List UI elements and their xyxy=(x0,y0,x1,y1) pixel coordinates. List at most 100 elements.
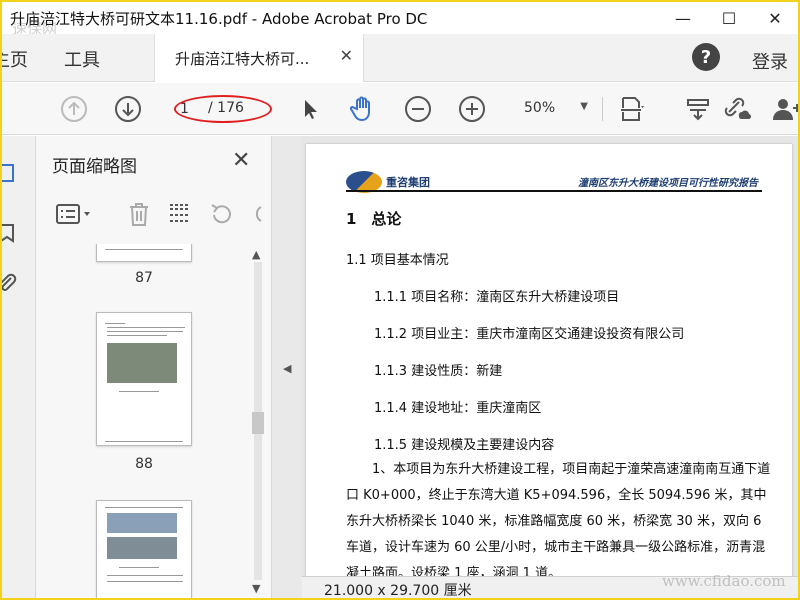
help-icon: ? xyxy=(700,46,712,68)
thumb-text-line xyxy=(105,323,125,324)
toolbar: / 176 50% ▼ xyxy=(2,83,798,135)
close-icon: ✕ xyxy=(768,8,782,28)
zoom-out-button[interactable] xyxy=(402,93,434,125)
bookmarks-icon[interactable] xyxy=(0,222,18,244)
chevron-down-icon: ▼ xyxy=(580,101,588,112)
trash-icon xyxy=(130,203,148,226)
page-display-button[interactable] xyxy=(616,93,648,125)
thumb-text-line xyxy=(107,331,183,332)
thumbnail-page-number: 87 xyxy=(135,270,153,286)
attachment-icon[interactable] xyxy=(0,272,18,294)
body-paragraph: 1、本项目为东升大桥建设工程，项目南起于潼荣高速潼南南互通下道口 K0+000，… xyxy=(346,462,771,581)
next-page-button[interactable] xyxy=(112,93,144,125)
arrow-up-icon xyxy=(61,96,87,122)
thumb-text-line xyxy=(107,327,185,328)
thumbnail-list: 87 88 xyxy=(36,244,248,598)
thumb-image xyxy=(107,513,177,533)
page-dimensions: 21.000 x 29.700 厘米 xyxy=(324,583,472,599)
scroll-thumb[interactable] xyxy=(252,412,264,434)
thumbnail-options-button[interactable] xyxy=(52,200,96,228)
hand-tool-button[interactable] xyxy=(346,93,378,125)
thumbnail-page[interactable] xyxy=(96,500,192,598)
info-item: 1.1.4 建设地址：重庆潼南区 xyxy=(374,401,542,416)
cursor-arrow-icon xyxy=(305,100,317,119)
thumb-text-line xyxy=(105,249,183,250)
login-button[interactable]: 登录 xyxy=(752,48,788,74)
page-navigator: / 176 xyxy=(174,95,272,123)
thumb-image xyxy=(107,343,177,383)
section-heading: 1 总论 xyxy=(346,210,402,228)
thumbnail-page[interactable] xyxy=(96,312,192,446)
previous-page-button[interactable] xyxy=(58,93,90,125)
thumbnail-page-number: 88 xyxy=(135,456,153,472)
zoom-in-button[interactable] xyxy=(456,93,488,125)
pages-panel-icon[interactable] xyxy=(0,162,18,184)
hand-icon xyxy=(349,96,370,122)
insert-page-button[interactable] xyxy=(164,200,194,228)
pdf-page: 重咨集团 潼南区东升大桥建设项目可行性研究报告 1 总论 1.1 项目基本情况 … xyxy=(306,144,792,598)
close-panel-icon[interactable]: ✕ xyxy=(232,148,250,173)
close-tab-icon[interactable]: ✕ xyxy=(340,46,353,65)
info-item: 1.1.5 建设规模及主要建设内容 xyxy=(374,438,555,453)
zoom-out-icon xyxy=(405,96,431,122)
thumb-text-line xyxy=(119,567,159,568)
document-tab-label: 升庙涪江特大桥可... xyxy=(175,50,310,68)
share-link-button[interactable] xyxy=(720,93,752,125)
tab-bar: 主页 工具 升庙涪江特大桥可... ✕ ? 登录 xyxy=(2,34,798,82)
minimize-button[interactable]: — xyxy=(660,2,706,34)
thumb-text-line xyxy=(119,391,159,392)
thumbnail-page[interactable] xyxy=(96,244,192,262)
window-title: 升庙涪江特大桥可研文本11.16.pdf - Adobe Acrobat Pro… xyxy=(10,10,428,28)
minimize-icon: — xyxy=(675,8,691,28)
form-tool-button[interactable] xyxy=(682,93,714,125)
title-bar: 升庙涪江特大桥可研文本11.16.pdf - Adobe Acrobat Pro… xyxy=(2,2,798,34)
thumbnail-scrollbar[interactable]: ▲ ▼ xyxy=(248,244,268,598)
delete-page-button[interactable] xyxy=(124,200,154,228)
link-cloud-icon xyxy=(724,97,751,120)
page-header-title: 潼南区东升大桥建设项目可行性研究报告 xyxy=(578,178,758,189)
thumb-image xyxy=(107,537,177,559)
help-button[interactable]: ? xyxy=(692,43,720,71)
scroll-down-icon[interactable]: ▼ xyxy=(252,582,260,595)
thumb-text-line xyxy=(107,335,167,336)
arrow-down-icon xyxy=(115,96,141,122)
close-window-button[interactable]: ✕ xyxy=(752,2,798,34)
header-rule xyxy=(346,190,762,192)
zoom-value: 50% xyxy=(524,100,556,116)
select-tool-button[interactable] xyxy=(294,93,326,125)
info-item: 1.1.1 项目名称：潼南区东升大桥建设项目 xyxy=(374,290,620,305)
document-view[interactable]: 重咨集团 潼南区东升大桥建设项目可行性研究报告 1 总论 1.1 项目基本情况 … xyxy=(302,136,798,598)
info-item: 1.1.2 项目业主：重庆市潼南区交通建设投资有限公司 xyxy=(374,327,685,342)
list-options-icon xyxy=(56,204,90,224)
tab-tools[interactable]: 工具 xyxy=(64,46,100,72)
rotate-right-icon xyxy=(255,206,262,222)
thumb-text-line xyxy=(105,507,183,508)
page-fit-icon xyxy=(621,97,644,121)
panel-toolbar xyxy=(36,192,272,236)
tab-home[interactable]: 主页 xyxy=(2,46,28,72)
maximize-icon: ☐ xyxy=(721,8,737,28)
thumb-text-line xyxy=(107,581,183,582)
rotate-left-icon xyxy=(211,204,231,224)
thumb-text-line xyxy=(105,441,183,442)
share-user-button[interactable] xyxy=(770,93,798,125)
add-user-icon xyxy=(773,99,798,120)
tab-document[interactable]: 升庙涪江特大桥可... ✕ xyxy=(154,34,364,82)
maximize-button[interactable]: ☐ xyxy=(706,2,752,34)
info-item: 1.1.3 建设性质：新建 xyxy=(374,364,503,379)
scroll-up-icon[interactable]: ▲ xyxy=(252,248,260,261)
panel-splitter[interactable]: ◀ xyxy=(272,136,302,598)
rotate-right-button[interactable] xyxy=(244,200,268,228)
subsection-heading: 1.1 项目基本情况 xyxy=(346,253,449,268)
toolbar-divider xyxy=(602,97,603,121)
zoom-dropdown[interactable]: 50% ▼ xyxy=(514,97,590,121)
page-thumbnails-panel: 页面缩略图 ✕ 87 88 ▲ ▼ xyxy=(36,136,272,598)
rotate-left-button[interactable] xyxy=(206,200,236,228)
collapse-left-icon[interactable]: ◀ xyxy=(283,362,291,375)
page-content: 1 总论 1.1 项目基本情况 1.1.1 项目名称：潼南区东升大桥建设项目 1… xyxy=(346,202,772,598)
red-annotation-ellipse xyxy=(174,95,272,123)
panel-title: 页面缩略图 xyxy=(52,157,137,177)
left-icon-rail xyxy=(0,136,36,598)
insert-page-icon xyxy=(170,204,188,222)
thumb-text-line xyxy=(107,575,183,576)
